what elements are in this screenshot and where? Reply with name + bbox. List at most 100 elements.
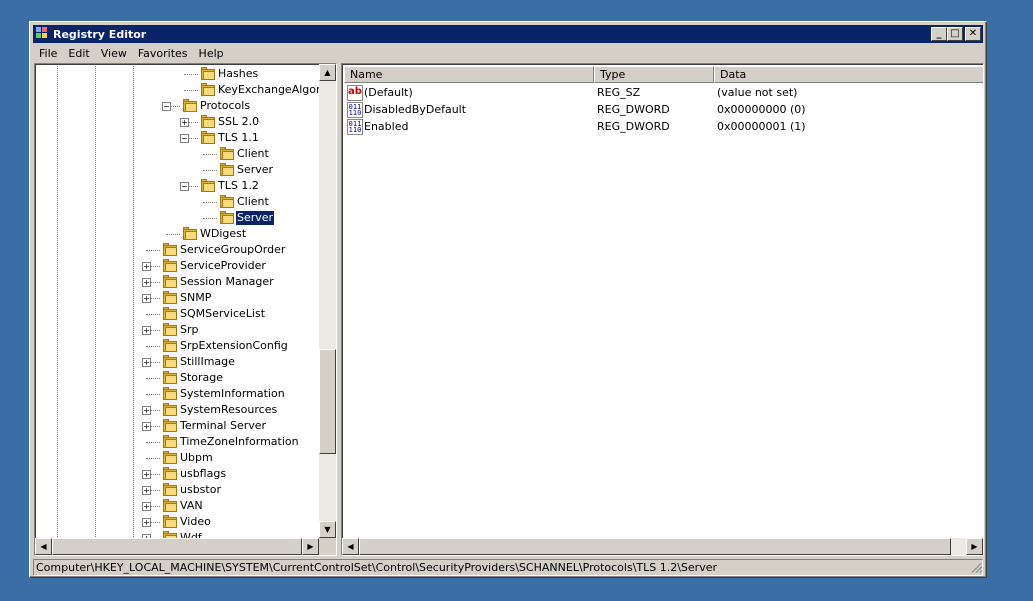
menu-view[interactable]: View bbox=[95, 47, 132, 60]
value-row[interactable]: 011 110 Enabled REG_DWORD 0x00000001 (1) bbox=[344, 118, 983, 135]
value-name: (Default) bbox=[364, 86, 413, 99]
collapse-icon[interactable]: − bbox=[180, 182, 189, 191]
tree-node[interactable]: + SSL 2.0 bbox=[37, 114, 320, 130]
minimize-button[interactable]: _ bbox=[931, 27, 947, 41]
expand-icon[interactable]: + bbox=[142, 406, 151, 415]
tree-node-label: ServiceGroupOrder bbox=[180, 243, 286, 256]
expand-icon[interactable]: + bbox=[142, 262, 151, 271]
collapse-icon[interactable]: − bbox=[180, 134, 189, 143]
tree-scroll-left-button[interactable]: ◀ bbox=[35, 538, 52, 555]
list-horizontal-scrollbar[interactable]: ◀ ▶ bbox=[342, 538, 983, 555]
tree-node-label: SNMP bbox=[180, 291, 212, 304]
column-header-name[interactable]: Name bbox=[344, 66, 594, 83]
tree-node[interactable]: + StillImage bbox=[37, 354, 320, 370]
tree-vertical-scrollbar[interactable]: ▲ ▼ bbox=[319, 64, 336, 538]
tree-node[interactable]: SystemInformation bbox=[37, 386, 320, 402]
tree-node[interactable]: Server bbox=[37, 210, 320, 226]
tree-node[interactable]: Server bbox=[37, 162, 320, 178]
tree-node[interactable]: + ServiceProvider bbox=[37, 258, 320, 274]
tree-node[interactable]: + VAN bbox=[37, 498, 320, 514]
folder-icon bbox=[162, 451, 178, 464]
tree-node[interactable]: KeyExchangeAlgorithms bbox=[37, 82, 320, 98]
tree-node[interactable]: + SNMP bbox=[37, 290, 320, 306]
binary-value-icon: 011 110 bbox=[347, 102, 363, 118]
tree-node-label: Protocols bbox=[200, 99, 251, 112]
tree-node-label: Client bbox=[237, 195, 269, 208]
tree-node-label: TLS 1.1 bbox=[218, 131, 259, 144]
tree-vertical-thumb[interactable] bbox=[319, 349, 336, 454]
folder-icon bbox=[200, 131, 216, 144]
expand-icon[interactable]: + bbox=[142, 278, 151, 287]
collapse-icon[interactable]: − bbox=[162, 102, 171, 111]
menu-edit[interactable]: Edit bbox=[62, 47, 94, 60]
list-scroll-right-button[interactable]: ▶ bbox=[966, 538, 983, 555]
tree-scroll-down-button[interactable]: ▼ bbox=[319, 521, 336, 538]
tree-node-label: Session Manager bbox=[180, 275, 274, 288]
tree-horizontal-scrollbar[interactable]: ◀ ▶ bbox=[35, 538, 319, 555]
tree-node[interactable]: − Protocols bbox=[37, 98, 320, 114]
expand-icon[interactable]: + bbox=[142, 470, 151, 479]
folder-icon bbox=[162, 339, 178, 352]
tree-node-label: Srp bbox=[180, 323, 199, 336]
folder-icon bbox=[162, 243, 178, 256]
list-horizontal-thumb[interactable] bbox=[359, 538, 951, 555]
tree-node[interactable]: + usbflags bbox=[37, 466, 320, 482]
tree-node[interactable]: − TLS 1.1 bbox=[37, 130, 320, 146]
menu-help[interactable]: Help bbox=[193, 47, 229, 60]
tree-node[interactable]: + usbstor bbox=[37, 482, 320, 498]
value-type: REG_SZ bbox=[597, 86, 641, 99]
tree-scroll-up-button[interactable]: ▲ bbox=[319, 64, 336, 81]
tree-node-label: WDigest bbox=[200, 227, 247, 240]
tree-node[interactable]: Ubpm bbox=[37, 450, 320, 466]
expand-icon[interactable]: + bbox=[180, 118, 189, 127]
close-button[interactable]: ✕ bbox=[965, 27, 981, 41]
tree-node[interactable]: + SystemResources bbox=[37, 402, 320, 418]
tree-node[interactable]: TimeZoneInformation bbox=[37, 434, 320, 450]
value-row[interactable]: 011 110 DisabledByDefault REG_DWORD 0x00000… bbox=[344, 101, 983, 118]
list-scroll-left-button[interactable]: ◀ bbox=[342, 538, 359, 555]
window-title: Registry Editor bbox=[53, 27, 147, 41]
menu-favorites[interactable]: Favorites bbox=[132, 47, 193, 60]
tree-node[interactable]: + Session Manager bbox=[37, 274, 320, 290]
value-row[interactable]: ab (Default) REG_SZ (value not set) bbox=[344, 84, 983, 101]
expand-icon[interactable]: + bbox=[142, 294, 151, 303]
key-tree-pane[interactable]: Hashes KeyExchangeAlgorithms − Protocols + SS… bbox=[34, 63, 337, 556]
tree-node[interactable]: SQMServiceList bbox=[37, 306, 320, 322]
tree-node-label: Server bbox=[234, 210, 276, 226]
tree-node[interactable]: SrpExtensionConfig bbox=[37, 338, 320, 354]
tree-node[interactable]: + Video bbox=[37, 514, 320, 530]
folder-icon bbox=[162, 291, 178, 304]
menu-file[interactable]: File bbox=[33, 47, 62, 60]
expand-icon[interactable]: + bbox=[142, 486, 151, 495]
expand-icon[interactable]: + bbox=[142, 326, 151, 335]
tree-node[interactable]: Client bbox=[37, 194, 320, 210]
values-list-pane[interactable]: Name Type Data ab (Default) REG_SZ (value n… bbox=[341, 63, 984, 556]
expand-icon[interactable]: + bbox=[142, 422, 151, 431]
value-type: REG_DWORD bbox=[597, 103, 670, 116]
tree-node[interactable]: ServiceGroupOrder bbox=[37, 242, 320, 258]
folder-icon bbox=[162, 467, 178, 480]
tree-horizontal-thumb[interactable] bbox=[52, 538, 302, 555]
tree-node-label: Ubpm bbox=[180, 451, 213, 464]
tree-node[interactable]: − TLS 1.2 bbox=[37, 178, 320, 194]
expand-icon[interactable]: + bbox=[142, 518, 151, 527]
tree-node[interactable]: Hashes bbox=[37, 66, 320, 82]
tree-node[interactable]: WDigest bbox=[37, 226, 320, 242]
tree-node[interactable]: Client bbox=[37, 146, 320, 162]
resize-grip-icon[interactable] bbox=[970, 561, 983, 573]
folder-icon bbox=[162, 403, 178, 416]
expand-icon[interactable]: + bbox=[142, 502, 151, 511]
tree-scroll-right-button[interactable]: ▶ bbox=[302, 538, 319, 555]
column-header-data[interactable]: Data bbox=[714, 66, 983, 83]
tree-node[interactable]: + Terminal Server bbox=[37, 418, 320, 434]
tree-node[interactable]: Storage bbox=[37, 370, 320, 386]
tree-node[interactable]: + Srp bbox=[37, 322, 320, 338]
value-data: 0x00000001 (1) bbox=[717, 120, 806, 133]
title-bar[interactable]: Registry Editor _ □ ✕ bbox=[33, 25, 983, 43]
value-data: (value not set) bbox=[717, 86, 798, 99]
expand-icon[interactable]: + bbox=[142, 358, 151, 367]
column-header-type[interactable]: Type bbox=[594, 66, 714, 83]
folder-icon bbox=[162, 307, 178, 320]
tree-scroll-corner bbox=[319, 538, 336, 555]
maximize-button[interactable]: □ bbox=[947, 27, 963, 41]
